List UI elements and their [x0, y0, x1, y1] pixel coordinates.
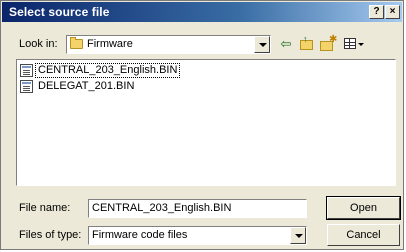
folder-icon	[70, 37, 83, 49]
look-in-label: Look in:	[19, 38, 58, 50]
select-source-file-dialog: Select source file ? × Look in: Firmware…	[0, 0, 404, 250]
binary-file-icon	[20, 80, 33, 93]
file-name: DELEGAT_201.BIN	[38, 80, 135, 92]
title-bar: Select source file ? ×	[2, 2, 402, 22]
chevron-down-icon[interactable]	[290, 227, 306, 244]
look-in-value: Firmware	[87, 38, 133, 50]
file-name: CENTRAL_203_English.BIN	[34, 63, 181, 78]
back-arrow-icon[interactable]: ⇦	[276, 34, 296, 54]
view-menu-icon[interactable]	[342, 34, 364, 54]
new-folder-icon[interactable]: ✱	[318, 34, 338, 54]
close-button[interactable]: ×	[385, 5, 400, 19]
help-button[interactable]: ?	[369, 5, 384, 19]
file-type-value: Firmware code files	[92, 229, 188, 241]
up-folder-icon[interactable]: ↑	[297, 34, 317, 54]
file-name-input[interactable]: CENTRAL_203_English.BIN	[88, 199, 307, 218]
file-name-label: File name:	[19, 202, 71, 214]
look-in-combobox[interactable]: Firmware	[66, 35, 271, 54]
file-type-label: Files of type:	[19, 229, 82, 241]
dialog-title: Select source file	[9, 5, 110, 19]
binary-file-icon	[20, 64, 33, 77]
cancel-button[interactable]: Cancel	[327, 224, 400, 246]
chevron-down-icon[interactable]	[254, 36, 270, 53]
open-button[interactable]: Open	[326, 196, 401, 220]
file-type-combobox[interactable]: Firmware code files	[88, 226, 307, 245]
file-list[interactable]: CENTRAL_203_English.BIN DELEGAT_201.BIN	[16, 59, 396, 186]
